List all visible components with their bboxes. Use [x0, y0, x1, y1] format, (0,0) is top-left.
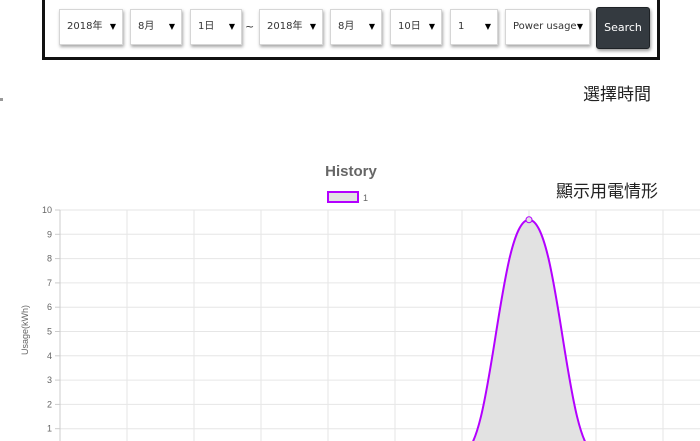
start-day-select[interactable]: 1日 ▼: [190, 9, 242, 45]
start-year-value: 2018年: [67, 21, 103, 32]
series-line: [471, 218, 587, 441]
y-tick-label: 1: [47, 424, 52, 434]
start-month-select[interactable]: 8月 ▼: [130, 9, 182, 45]
chart-grid: [55, 209, 700, 441]
end-month-select[interactable]: 8月 ▼: [330, 9, 382, 45]
metric-value: Power usage: [513, 21, 577, 32]
legend-label: 1: [363, 193, 368, 203]
chevron-down-icon: ▼: [576, 22, 583, 31]
y-tick-label: 8: [47, 254, 52, 264]
y-tick-label: 6: [47, 302, 52, 312]
search-button[interactable]: Search: [596, 7, 650, 49]
filter-bar: 2018年 ▼ 8月 ▼ 1日 ▼ ~ 2018年 ▼ 8月 ▼ 10日 ▼ 1…: [42, 0, 660, 60]
select-time-caption: 選擇時間: [583, 85, 651, 105]
chart-title: History: [325, 163, 377, 180]
show-usage-caption: 顯示用電情形: [556, 182, 658, 202]
end-year-value: 2018年: [267, 21, 303, 32]
end-day-select[interactable]: 10日 ▼: [390, 9, 442, 45]
date-range-separator: ~: [245, 20, 255, 33]
y-tick-labels: 1 2 3 4 5 6 7 8 9 10: [42, 205, 52, 434]
start-day-value: 1日: [198, 21, 215, 32]
end-day-value: 10日: [398, 21, 421, 32]
chevron-down-icon: ▼: [228, 22, 235, 31]
history-chart: History 1 Usage(kWh) 1 2 3 4 5 6 7 8 9 10: [20, 163, 700, 441]
metric-select[interactable]: Power usage ▼: [505, 9, 590, 45]
y-tick-label: 4: [47, 351, 52, 361]
chevron-down-icon: ▼: [309, 22, 316, 31]
decorative-dot: [0, 98, 3, 101]
y-axis-label: Usage(kWh): [20, 305, 30, 355]
end-year-select[interactable]: 2018年 ▼: [259, 9, 323, 45]
y-tick-label: 3: [47, 375, 52, 385]
start-year-select[interactable]: 2018年 ▼: [59, 9, 123, 45]
data-point[interactable]: [525, 216, 533, 224]
chevron-down-icon: ▼: [109, 22, 116, 31]
end-month-value: 8月: [338, 21, 355, 32]
chevron-down-icon: ▼: [484, 22, 491, 31]
y-tick-label: 2: [47, 399, 52, 409]
y-tick-label: 9: [47, 229, 52, 239]
y-tick-label: 10: [42, 205, 52, 215]
y-tick-label: 7: [47, 278, 52, 288]
start-month-value: 8月: [138, 21, 155, 32]
device-select[interactable]: 1 ▼: [450, 9, 498, 45]
chevron-down-icon: ▼: [428, 22, 435, 31]
plot-area: [471, 216, 587, 441]
chevron-down-icon: ▼: [368, 22, 375, 31]
legend-swatch: [327, 191, 359, 203]
series-area: [473, 219, 585, 441]
device-value: 1: [458, 21, 465, 32]
y-tick-label: 5: [47, 327, 52, 337]
chevron-down-icon: ▼: [168, 22, 175, 31]
